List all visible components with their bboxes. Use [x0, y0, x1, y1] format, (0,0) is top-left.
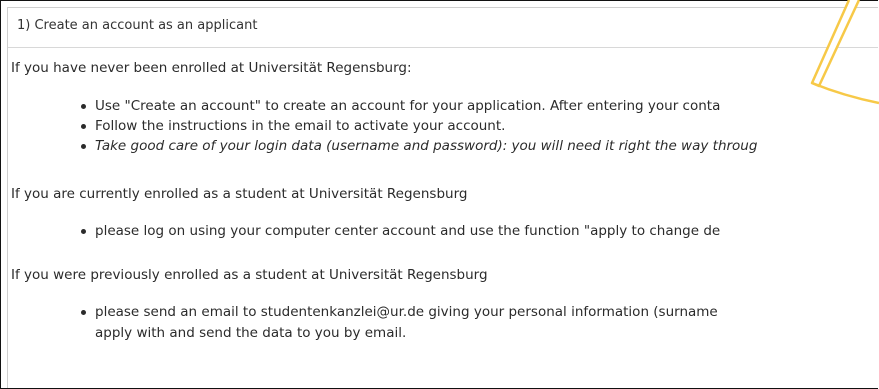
list-item: please log on using your computer center…	[78, 221, 720, 241]
section-heading: 1) Create an account as an applicant	[17, 18, 258, 33]
list-item: Follow the instructions in the email to …	[78, 116, 757, 136]
instructions-panel: 1) Create an account as an applicant If …	[7, 7, 878, 388]
never-enrolled-list: Use "Create an account" to create an acc…	[78, 96, 757, 156]
previously-enrolled-continuation: apply with and send the data to you by e…	[95, 325, 407, 341]
currently-enrolled-intro: If you are currently enrolled as a stude…	[11, 186, 468, 202]
screenshot-frame: 1) Create an account as an applicant If …	[0, 0, 878, 389]
list-item: please send an email to studentenkanzlei…	[78, 302, 718, 322]
callout-arrow-icon	[810, 0, 879, 105]
heading-divider	[8, 47, 878, 48]
list-item: Take good care of your login data (usern…	[78, 136, 757, 156]
currently-enrolled-list: please log on using your computer center…	[78, 221, 720, 241]
never-enrolled-intro: If you have never been enrolled at Unive…	[11, 60, 412, 76]
previously-enrolled-list: please send an email to studentenkanzlei…	[78, 302, 718, 322]
previously-enrolled-intro: If you were previously enrolled as a stu…	[11, 267, 488, 283]
list-item: Use "Create an account" to create an acc…	[78, 96, 757, 116]
